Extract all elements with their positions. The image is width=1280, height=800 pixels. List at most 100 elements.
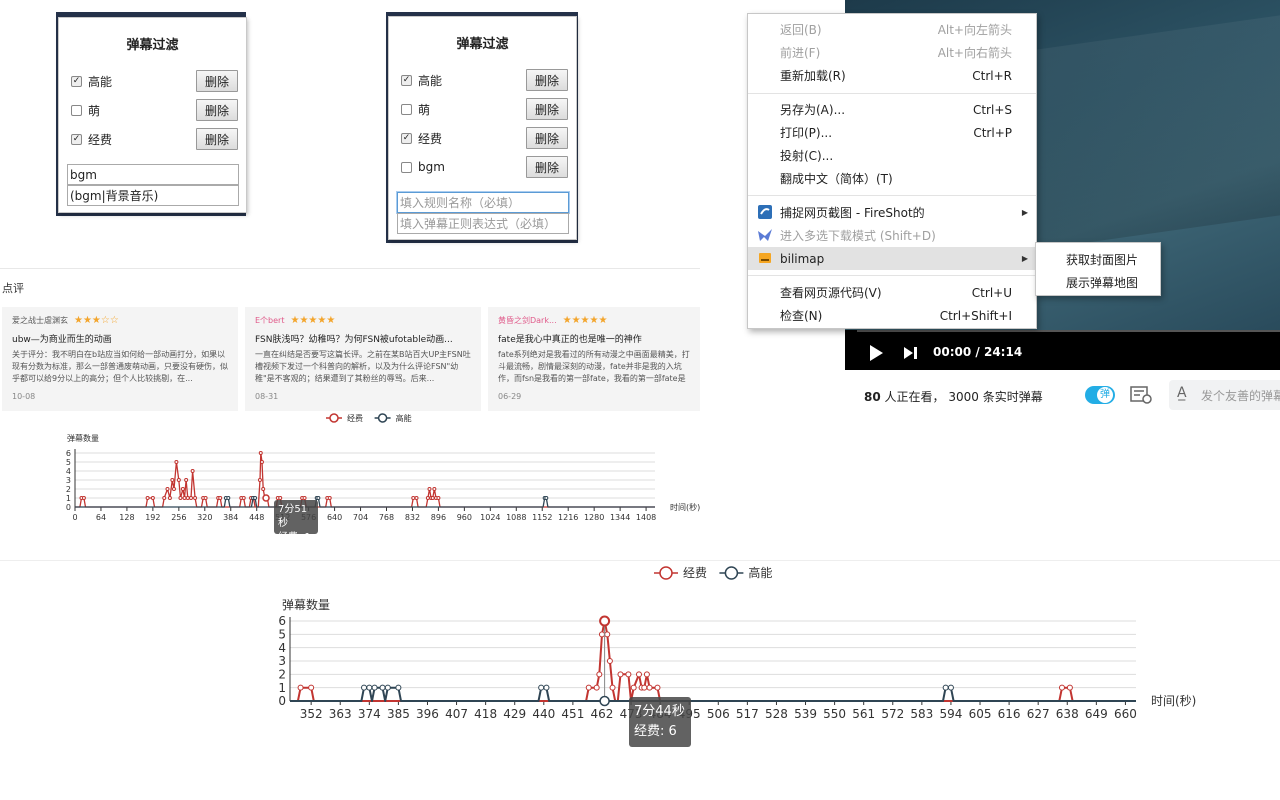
- x-tick-label: 0: [72, 513, 77, 522]
- data-point: [150, 496, 155, 500]
- rule-checkbox[interactable]: ✓: [401, 132, 412, 144]
- delete-rule-button[interactable]: 删除: [196, 99, 238, 121]
- menu-separator: [748, 195, 1036, 196]
- rule-checkbox[interactable]: [401, 103, 412, 115]
- submenu-item-danmaku-map[interactable]: 展示弹幕地图: [1066, 274, 1138, 291]
- data-point: [427, 487, 432, 491]
- rule-regex-input[interactable]: (bgm|背景音乐): [67, 185, 239, 206]
- data-point: [165, 487, 170, 491]
- rule-checkbox[interactable]: ✓: [71, 133, 82, 145]
- rule-name-input[interactable]: 填入规则名称（必填）: [397, 192, 569, 213]
- rule-row-gaoneng: ✓ 高能: [401, 68, 442, 92]
- rule-regex-input[interactable]: 填入弹幕正则表达式（必填）: [397, 213, 569, 234]
- data-point: [1066, 684, 1073, 691]
- x-tick-label: 440: [532, 707, 555, 721]
- danmaku-settings-icon[interactable]: [1130, 386, 1152, 404]
- next-icon[interactable]: [904, 347, 918, 359]
- x-tick-label: 517: [736, 707, 759, 721]
- menu-shortcut: Ctrl+R: [972, 68, 1012, 83]
- delete-rule-button[interactable]: 删除: [526, 69, 568, 91]
- menu-item-translate[interactable]: 翻成中文（简体）(T): [748, 167, 1036, 190]
- review-title[interactable]: FSN肤浅吗？幼稚吗？为何FSN被ufotable动画...: [255, 332, 471, 345]
- rule-checkbox[interactable]: ✓: [71, 75, 82, 87]
- danmaku-toggle[interactable]: 弹: [1085, 386, 1115, 404]
- data-point: [171, 487, 176, 491]
- y-axis-label: 弹幕数量: [282, 597, 330, 612]
- review-card[interactable]: 爱之战士虐渊玄 ★★★☆☆ ubw—为商业而生的动画 关于评分：我不明白在b站应当…: [2, 307, 238, 411]
- delete-rule-button[interactable]: 删除: [196, 70, 238, 92]
- review-card[interactable]: E个bert ★★★★★ FSN肤浅吗？幼稚吗？为何FSN被ufotable动画.…: [245, 307, 481, 411]
- menu-item-cast[interactable]: 投射(C)...: [748, 144, 1036, 167]
- delete-rule-button[interactable]: 删除: [526, 127, 568, 149]
- rule-checkbox[interactable]: [401, 161, 412, 173]
- danmaku-input[interactable]: A̲ 发个友善的弹幕: [1169, 380, 1280, 410]
- x-tick-label: 1024: [480, 513, 500, 522]
- x-tick-label: 616: [998, 707, 1021, 721]
- delete-rule-button[interactable]: 删除: [526, 156, 568, 178]
- data-point: [176, 478, 181, 482]
- rule-row-meng: 萌: [71, 98, 100, 122]
- submenu-item-cover[interactable]: 获取封面图片: [1066, 251, 1138, 268]
- review-user[interactable]: 黄昏之剑Dark...: [498, 316, 557, 325]
- rating-stars: ★★★★★: [562, 315, 608, 326]
- data-point: [593, 684, 600, 691]
- total-time: 24:14: [983, 345, 1023, 359]
- data-point: [544, 496, 549, 500]
- progress-bar[interactable]: [857, 330, 1280, 332]
- rule-checkbox[interactable]: [71, 104, 82, 116]
- delete-rule-button[interactable]: 删除: [526, 98, 568, 120]
- menu-item-bilimap[interactable]: bilimap ▶: [748, 247, 1036, 270]
- rule-row-meng: 萌: [401, 97, 430, 121]
- review-title[interactable]: fate是我心中真正的也是唯一的神作: [498, 332, 690, 345]
- data-point: [606, 658, 613, 664]
- data-point: [371, 684, 378, 691]
- menu-item-save-as[interactable]: 另存为(A)... Ctrl+S: [748, 98, 1036, 121]
- data-point: [604, 631, 611, 638]
- rule-name-input[interactable]: bgm: [67, 164, 239, 185]
- y-tick-label: 4: [278, 641, 286, 655]
- y-tick-label: 0: [66, 503, 71, 512]
- menu-shortcut: Alt+向左箭头: [937, 23, 1012, 37]
- menu-item-forward[interactable]: 前进(F) Alt+向右箭头: [748, 41, 1036, 64]
- x-tick-label: 352: [300, 707, 323, 721]
- player-sendbar: 80 人正在看， 3000 条实时弹幕 弹 A̲ 发个友善的弹幕: [845, 370, 1280, 416]
- review-user[interactable]: 爱之战士虐渊玄: [12, 316, 68, 325]
- menu-label: 另存为(A)...: [780, 103, 846, 117]
- data-point: [411, 496, 416, 500]
- legend-swatch-marker: [329, 413, 339, 423]
- menu-item-view-source[interactable]: 查看网页源代码(V) Ctrl+U: [748, 281, 1036, 304]
- data-point: [596, 671, 603, 678]
- menu-item-back[interactable]: 返回(B) Alt+向左箭头: [748, 18, 1036, 41]
- play-icon[interactable]: [869, 345, 883, 361]
- x-tick-label: 594: [939, 707, 962, 721]
- submenu-arrow-icon: ▶: [1021, 208, 1028, 217]
- x-tick-label: 451: [561, 707, 584, 721]
- menu-item-multi-download[interactable]: 进入多选下载模式 (Shift+D): [748, 224, 1036, 247]
- menu-item-reload[interactable]: 重新加载(R) Ctrl+R: [748, 64, 1036, 87]
- y-axis-label: 弹幕数量: [67, 433, 99, 443]
- legend-swatch-marker: [724, 566, 739, 580]
- x-tick-label: 385: [387, 707, 410, 721]
- rule-checkbox[interactable]: ✓: [401, 74, 412, 86]
- x-axis-label: 时间(秒): [1151, 694, 1196, 708]
- menu-item-fireshot[interactable]: 捕捉网页截图 - FireShot的 ▶: [748, 201, 1036, 224]
- danmaku-filter-panel: 弹幕过滤 ✓ 高能 删除 萌 删除 ✓ 经费 删除 bgm (bgm|背景音乐): [58, 17, 247, 213]
- data-point: [361, 684, 368, 691]
- data-point: [253, 496, 258, 500]
- review-user[interactable]: E个bert: [255, 316, 284, 325]
- series-line-高能: [75, 497, 655, 508]
- x-tick-label: 462: [591, 707, 614, 721]
- review-card[interactable]: 黄昏之剑Dark... ★★★★★ fate是我心中真正的也是唯一的神作 fate…: [488, 307, 700, 411]
- review-title[interactable]: ubw—为商业而生的动画: [12, 332, 228, 345]
- font-style-icon[interactable]: A̲: [1177, 385, 1187, 401]
- menu-item-print[interactable]: 打印(P)... Ctrl+P: [748, 121, 1036, 144]
- x-axis-label: 时间(秒): [670, 502, 700, 512]
- x-tick-label: 448: [249, 513, 264, 522]
- y-tick-label: 5: [66, 458, 71, 467]
- menu-item-inspect[interactable]: 检查(N) Ctrl+Shift+I: [748, 304, 1036, 327]
- data-point: [947, 684, 954, 691]
- data-point: [366, 684, 373, 691]
- rule-row-gaoneng: ✓ 高能: [71, 69, 112, 93]
- delete-rule-button[interactable]: 删除: [196, 128, 238, 150]
- panel-title: 弹幕过滤: [126, 38, 179, 53]
